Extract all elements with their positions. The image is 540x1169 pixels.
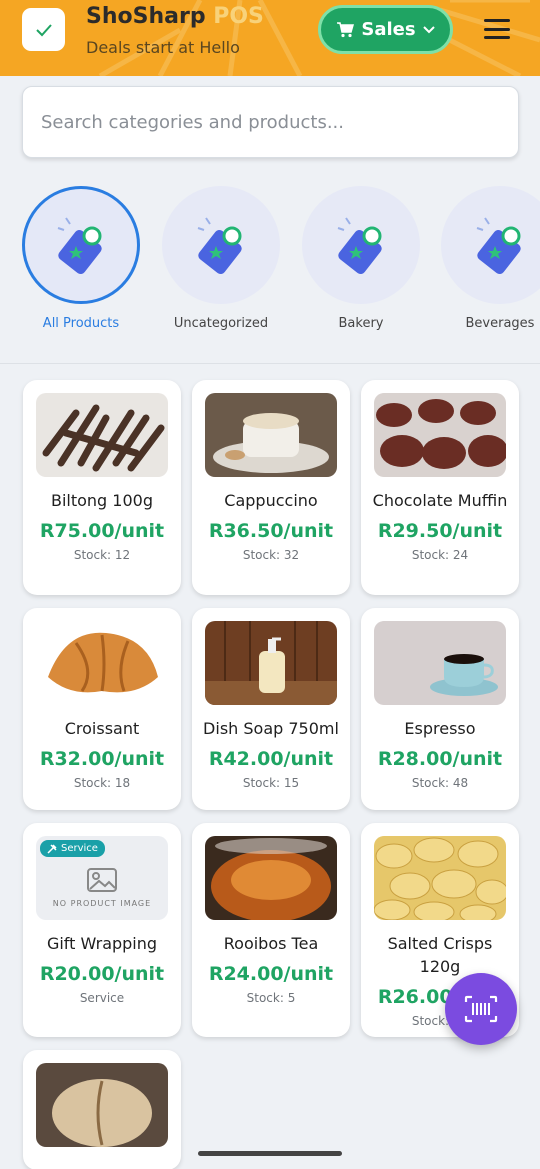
product-stock: Stock: 5 — [246, 991, 296, 1005]
product-image — [374, 393, 506, 477]
product-image — [374, 836, 506, 920]
croissant-image — [36, 621, 168, 705]
product-card-espresso[interactable]: Espresso R28.00/unit Stock: 48 — [361, 608, 519, 810]
check-icon — [35, 23, 52, 36]
product-stock: Service — [79, 991, 125, 1005]
no-image-text: NO PRODUCT IMAGE — [52, 899, 152, 908]
chevron-down-icon — [422, 25, 435, 33]
price-tag-icon — [337, 217, 382, 275]
category-label: All Products — [42, 316, 120, 331]
product-price: R29.50/unit — [377, 520, 503, 542]
product-image — [36, 1063, 168, 1147]
bread-image — [36, 1063, 168, 1147]
product-stock: Stock: 24 — [411, 548, 469, 562]
price-tag-icon — [197, 217, 242, 275]
product-price: R28.00/unit — [377, 748, 503, 770]
header-rays-decoration — [98, 0, 540, 76]
service-badge: Service — [40, 840, 105, 857]
product-image — [374, 621, 506, 705]
image-placeholder-icon — [87, 868, 117, 892]
category-strip[interactable]: All Products Uncategorized Bakery Bevera… — [0, 180, 540, 350]
app-title: ShoSharp POS — [86, 4, 264, 29]
category-beverages[interactable]: Beverages — [430, 180, 540, 331]
product-name: Salted Crisps 120g — [387, 934, 493, 976]
product-card-croissant[interactable]: Croissant R32.00/unit Stock: 18 — [23, 608, 181, 810]
product-image — [205, 836, 337, 920]
product-stock: Stock: 32 — [242, 548, 300, 562]
product-card-rooibos-tea[interactable]: Rooibos Tea R24.00/unit Stock: 5 — [192, 823, 350, 1037]
product-price: R75.00/unit — [39, 520, 165, 542]
product-card-dish-soap[interactable]: Dish Soap 750ml R42.00/unit Stock: 15 — [192, 608, 350, 810]
category-bakery[interactable]: Bakery — [291, 180, 431, 331]
product-card-cappuccino[interactable]: Cappuccino R36.50/unit Stock: 32 — [192, 380, 350, 595]
home-indicator[interactable] — [198, 1151, 342, 1156]
product-name: Biltong 100g — [50, 491, 153, 510]
product-card-biltong[interactable]: Biltong 100g R75.00/unit Stock: 12 — [23, 380, 181, 595]
espresso-image — [374, 621, 506, 705]
sales-mode-label: Sales — [361, 19, 416, 40]
product-image — [205, 393, 337, 477]
product-price: R36.50/unit — [208, 520, 334, 542]
category-uncategorized[interactable]: Uncategorized — [151, 180, 291, 331]
product-price: R42.00/unit — [208, 748, 334, 770]
category-label: Uncategorized — [173, 316, 269, 331]
tools-icon — [47, 843, 57, 854]
product-name: Cappuccino — [224, 491, 318, 510]
app-title-main: ShoSharp — [86, 4, 214, 29]
category-circle — [441, 186, 540, 304]
section-divider — [0, 363, 540, 364]
product-name: Chocolate Muffin — [372, 491, 508, 510]
cappuccino-image — [205, 393, 337, 477]
product-stock: Stock: 48 — [411, 776, 469, 790]
category-circle — [302, 186, 420, 304]
dish-soap-image — [205, 621, 337, 705]
no-product-image-placeholder: Service NO PRODUCT IMAGE — [36, 836, 168, 920]
cart-icon — [337, 21, 355, 37]
barcode-scanner-icon — [464, 995, 498, 1023]
product-price: R24.00/unit — [208, 963, 334, 985]
category-label: Bakery — [338, 316, 384, 331]
product-name: Croissant — [64, 719, 140, 738]
price-tag-icon — [57, 217, 102, 275]
product-card-bread[interactable] — [23, 1050, 181, 1169]
product-card-gift-wrapping[interactable]: Service NO PRODUCT IMAGE Gift Wrapping R… — [23, 823, 181, 1037]
product-price: R32.00/unit — [39, 748, 165, 770]
product-image — [36, 621, 168, 705]
category-circle — [22, 186, 140, 304]
product-stock: Stock: 12 — [73, 548, 131, 562]
product-stock: Stock: 18 — [73, 776, 131, 790]
sales-mode-dropdown[interactable]: Sales — [318, 5, 453, 54]
product-name: Rooibos Tea — [223, 934, 319, 953]
hamburger-menu-icon[interactable] — [484, 19, 510, 39]
product-name: Gift Wrapping — [46, 934, 158, 953]
product-image — [205, 621, 337, 705]
product-stock: Stock: 15 — [242, 776, 300, 790]
category-label: Beverages — [465, 316, 535, 331]
product-price: R20.00/unit — [39, 963, 165, 985]
product-name: Dish Soap 750ml — [203, 719, 339, 738]
app-logo — [22, 8, 65, 51]
product-card-chocolate-muffin[interactable]: Chocolate Muffin R29.50/unit Stock: 24 — [361, 380, 519, 595]
product-name: Espresso — [404, 719, 476, 738]
product-image — [36, 393, 168, 477]
price-tag-icon — [476, 217, 521, 275]
service-badge-label: Service — [61, 843, 98, 854]
category-all-products[interactable]: All Products — [11, 180, 151, 331]
menu-line — [484, 27, 510, 31]
search-bar[interactable] — [22, 86, 519, 158]
muffin-image — [374, 393, 506, 477]
app-header: ShoSharp POS Deals start at Hello Sales — [0, 0, 540, 76]
salted-crisps-image — [374, 836, 506, 920]
menu-line — [484, 36, 510, 39]
category-circle — [162, 186, 280, 304]
search-input[interactable] — [23, 87, 518, 157]
barcode-scan-button[interactable] — [445, 973, 517, 1045]
app-title-accent: POS — [213, 4, 264, 29]
biltong-image — [36, 393, 168, 477]
menu-line — [484, 19, 510, 22]
app-subtitle: Deals start at Hello — [86, 38, 240, 57]
rooibos-tea-image — [205, 836, 337, 920]
